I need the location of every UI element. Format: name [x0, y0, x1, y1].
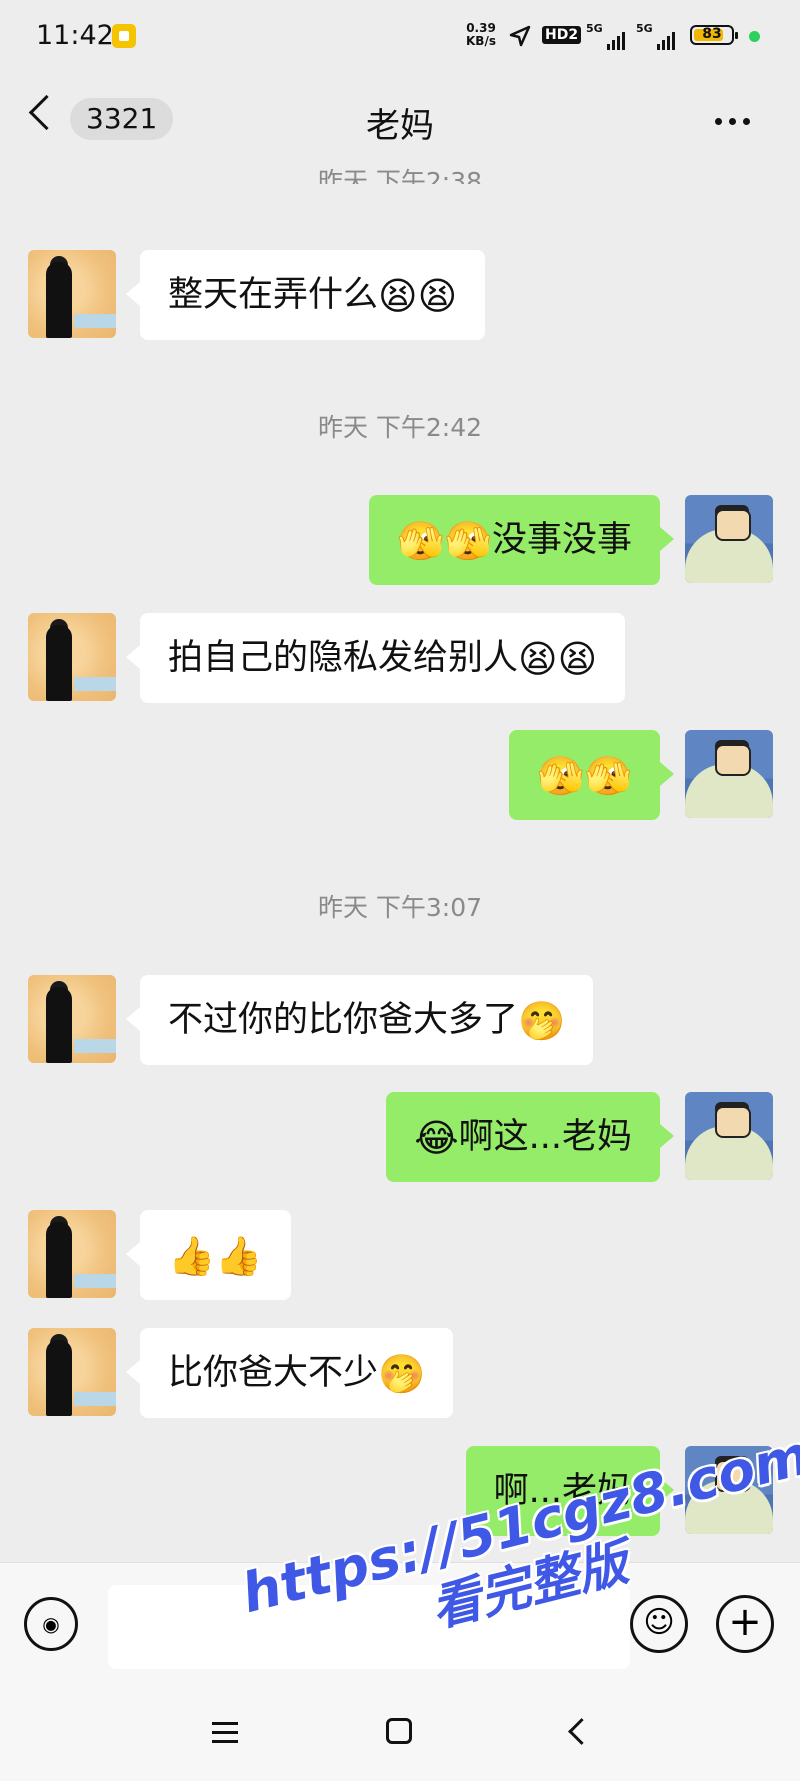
message-bubble-incoming[interactable]: 不过你的比你爸大多了🤭 — [125, 975, 594, 1065]
avatar-mom[interactable] — [28, 1210, 116, 1298]
message-bubble-outgoing[interactable]: 🫣🫣没事没事 — [369, 495, 674, 585]
avatar-mom[interactable] — [28, 250, 116, 338]
network-speed-unit: KB/s — [466, 34, 496, 48]
message-text: 拍自己的隐私发给别人 — [168, 638, 519, 678]
thumbs-up-emoji: 👍👍 — [168, 1234, 263, 1278]
hd-voice-icon: HD2 — [542, 26, 582, 44]
message-text: 不过你的比你爸大多了 — [168, 1000, 519, 1040]
network-speed: 0.39 KB/s — [466, 22, 496, 48]
signal-sim2-icon: 5G — [636, 22, 675, 50]
battery-icon: 83 — [690, 25, 738, 45]
menu-icon[interactable] — [212, 1722, 238, 1749]
message-text: 比你爸大不少 — [168, 1353, 379, 1393]
notification-icon — [112, 24, 136, 48]
home-icon[interactable] — [386, 1718, 412, 1744]
message-bubble-incoming[interactable]: 比你爸大不少🤭 — [125, 1328, 454, 1418]
message-bubble-incoming[interactable]: 整天在弄什么😫😫 — [125, 250, 486, 340]
sim1-label: 5G — [586, 22, 603, 35]
back-icon[interactable] — [568, 1718, 595, 1745]
peeking-face-emoji: 🫣🫣 — [397, 519, 492, 563]
message-bubble-outgoing[interactable]: 🫣🫣 — [509, 730, 674, 820]
peeking-face-emoji: 🫣🫣 — [537, 754, 632, 798]
tired-face-emoji: 😫😫 — [378, 274, 458, 318]
timestamp: 昨天 下午2:38 — [317, 167, 483, 184]
location-arrow-icon — [509, 25, 531, 47]
signal-sim1-icon: 5G — [586, 22, 625, 50]
status-time: 11:42 — [36, 20, 114, 51]
timestamp: 昨天 下午3:07 — [317, 893, 483, 922]
voice-icon[interactable]: ◉ — [24, 1597, 78, 1651]
avatar-mom[interactable] — [28, 1328, 116, 1416]
chat-header: 3321 老妈 — [0, 72, 800, 172]
avatar-me[interactable] — [685, 730, 773, 818]
privacy-indicator-dot — [749, 31, 760, 42]
message-text: 啊这...老妈 — [458, 1117, 632, 1157]
status-bar: 11:42 0.39 KB/s HD2 5G 5G 83 — [0, 0, 800, 72]
message-bubble-outgoing[interactable]: 😂啊这...老妈 — [386, 1092, 674, 1182]
tears-of-joy-emoji: 😂 — [414, 1116, 459, 1160]
message-text: 没事没事 — [491, 520, 632, 560]
battery-percent: 83 — [702, 26, 722, 42]
more-dots-icon[interactable] — [715, 118, 750, 125]
message-bubble-incoming[interactable]: 👍👍 — [126, 1210, 291, 1300]
avatar-mom[interactable] — [28, 613, 116, 701]
avatar-me[interactable] — [685, 495, 773, 583]
timestamp: 昨天 下午2:42 — [317, 413, 483, 442]
message-bubble-incoming[interactable]: 拍自己的隐私发给别人😫😫 — [125, 613, 626, 703]
avatar-mom[interactable] — [28, 975, 116, 1063]
tired-face-emoji: 😫😫 — [518, 637, 598, 681]
hand-over-mouth-emoji: 🤭 — [518, 999, 566, 1043]
avatar-me[interactable] — [685, 1092, 773, 1180]
hand-over-mouth-emoji: 🤭 — [378, 1352, 426, 1396]
message-text: 整天在弄什么 — [168, 275, 379, 315]
sim2-label: 5G — [636, 22, 653, 35]
chat-title: 老妈 — [366, 106, 434, 146]
